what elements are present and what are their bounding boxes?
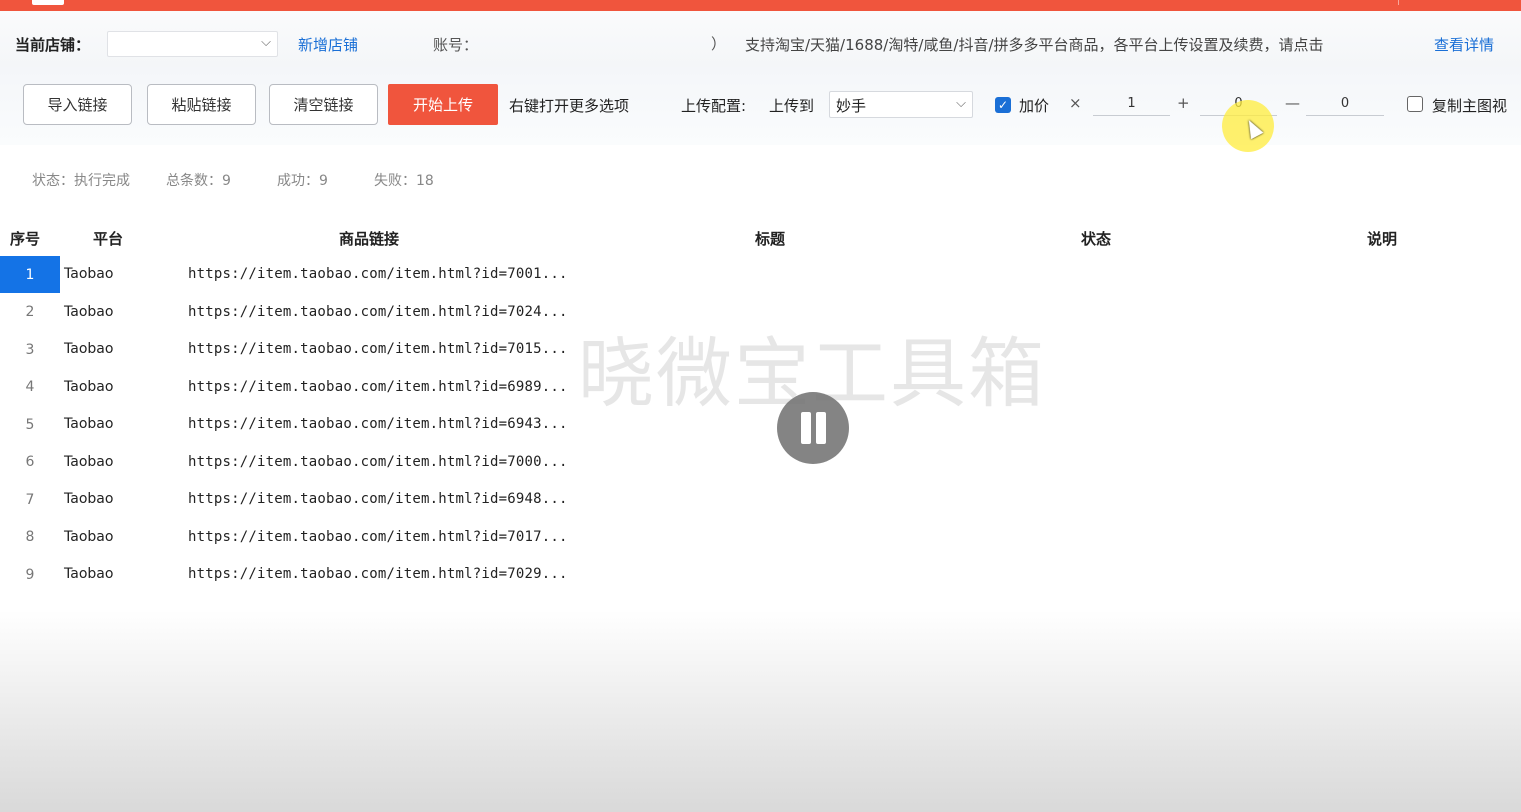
title-bar bbox=[0, 0, 1521, 11]
status-success: 成功：9 bbox=[277, 173, 328, 189]
store-bar: 当前店铺： ⌵ 新增店铺 账号： ） 支持淘宝/天猫/1688/淘特/咸鱼/抖音… bbox=[0, 11, 1521, 67]
row-seq: 6 bbox=[25, 454, 35, 470]
row-seq: 7 bbox=[25, 491, 35, 508]
price-subtrahend-input[interactable] bbox=[1306, 91, 1384, 116]
column-header-title[interactable]: 标题 bbox=[755, 228, 785, 249]
account-label: 账号： bbox=[433, 36, 479, 54]
row-url: https://item.taobao.com/item.html?id=702… bbox=[188, 303, 568, 320]
price-markup-label: 加价 bbox=[1019, 97, 1050, 115]
price-markup-checkbox[interactable]: ✓ bbox=[995, 97, 1011, 113]
view-details-link[interactable]: 查看详情 bbox=[1434, 34, 1494, 55]
row-platform: Taobao bbox=[64, 416, 114, 432]
import-links-button[interactable]: 导入链接 bbox=[23, 84, 132, 125]
upload-target-select[interactable]: 妙手 ⌵ bbox=[829, 91, 973, 118]
row-url: https://item.taobao.com/item.html?id=700… bbox=[188, 453, 568, 470]
store-select[interactable]: ⌵ bbox=[107, 31, 278, 57]
row-platform: Taobao bbox=[64, 453, 114, 470]
row-url: https://item.taobao.com/item.html?id=694… bbox=[188, 416, 568, 432]
row-platform: Taobao bbox=[64, 566, 114, 582]
app-logo-icon bbox=[32, 0, 64, 5]
column-header-link[interactable]: 商品链接 bbox=[339, 228, 399, 249]
video-bottom-gradient bbox=[0, 610, 1521, 812]
chevron-down-icon: ⌵ bbox=[956, 96, 966, 111]
copy-main-image-checkbox[interactable] bbox=[1407, 96, 1423, 112]
pause-bar-left bbox=[801, 412, 811, 444]
price-multiplier-input[interactable] bbox=[1093, 91, 1170, 116]
add-store-link[interactable]: 新增店铺 bbox=[298, 34, 358, 55]
table-row[interactable]: 9 Taobao https://item.taobao.com/item.ht… bbox=[0, 556, 1521, 593]
toolbar: 导入链接 粘贴链接 清空链接 开始上传 右键打开更多选项 上传配置: 上传到 妙… bbox=[0, 67, 1521, 145]
pause-icon[interactable] bbox=[777, 392, 849, 464]
row-url: https://item.taobao.com/item.html?id=701… bbox=[188, 341, 568, 357]
row-seq: 8 bbox=[25, 529, 35, 545]
support-notice: 支持淘宝/天猫/1688/淘特/咸鱼/抖音/拼多多平台商品，各平台上传设置及续费… bbox=[745, 36, 1324, 54]
row-url: https://item.taobao.com/item.html?id=701… bbox=[188, 528, 568, 545]
account-paren: ） bbox=[711, 35, 727, 53]
upload-target-value: 妙手 bbox=[836, 97, 867, 115]
column-header-seq[interactable]: 序号 bbox=[10, 228, 40, 249]
column-header-description[interactable]: 说明 bbox=[1367, 228, 1397, 249]
pause-bar-right bbox=[816, 412, 826, 444]
store-label: 当前店铺： bbox=[15, 36, 91, 54]
row-seq: 4 bbox=[25, 379, 35, 395]
status-state: 状态：执行完成 bbox=[32, 173, 130, 189]
column-header-platform[interactable]: 平台 bbox=[93, 228, 123, 249]
table-row[interactable]: 7 Taobao https://item.taobao.com/item.ht… bbox=[0, 481, 1521, 518]
status-fail: 失败：18 bbox=[374, 173, 434, 189]
row-seq: 1 bbox=[0, 256, 60, 293]
table-row[interactable]: 8 Taobao https://item.taobao.com/item.ht… bbox=[0, 519, 1521, 556]
status-total: 总条数：9 bbox=[166, 173, 231, 189]
minus-sign: — bbox=[1285, 94, 1300, 112]
row-url: https://item.taobao.com/item.html?id=694… bbox=[188, 491, 568, 507]
copy-main-image-label: 复制主图视 bbox=[1432, 97, 1508, 115]
row-platform: Taobao bbox=[64, 491, 114, 507]
row-seq: 9 bbox=[25, 566, 35, 583]
chevron-down-icon: ⌵ bbox=[261, 35, 271, 50]
row-url: https://item.taobao.com/item.html?id=700… bbox=[188, 266, 568, 282]
row-seq: 5 bbox=[25, 416, 35, 433]
plus-sign: + bbox=[1177, 94, 1190, 112]
table-row[interactable]: 1 Taobao https://item.taobao.com/item.ht… bbox=[0, 256, 1521, 293]
row-platform: Taobao bbox=[64, 341, 114, 357]
table-row[interactable]: 6 Taobao https://item.taobao.com/item.ht… bbox=[0, 444, 1521, 481]
start-upload-button[interactable]: 开始上传 bbox=[388, 84, 498, 125]
row-seq: 3 bbox=[25, 341, 35, 358]
row-seq: 2 bbox=[25, 304, 35, 320]
column-header-status[interactable]: 状态 bbox=[1081, 228, 1111, 249]
window-divider bbox=[1398, 0, 1399, 5]
multiply-sign: × bbox=[1069, 94, 1082, 112]
row-url: https://item.taobao.com/item.html?id=702… bbox=[188, 566, 568, 582]
upload-to-label: 上传到 bbox=[769, 97, 815, 115]
paste-links-button[interactable]: 粘贴链接 bbox=[147, 84, 256, 125]
right-click-hint: 右键打开更多选项 bbox=[509, 97, 630, 115]
row-platform: Taobao bbox=[64, 303, 114, 320]
clear-links-button[interactable]: 清空链接 bbox=[269, 84, 378, 125]
row-platform: Taobao bbox=[64, 528, 114, 545]
row-platform: Taobao bbox=[64, 378, 114, 395]
upload-config-label: 上传配置: bbox=[681, 97, 747, 115]
row-url: https://item.taobao.com/item.html?id=698… bbox=[188, 378, 568, 395]
row-platform: Taobao bbox=[64, 266, 114, 282]
